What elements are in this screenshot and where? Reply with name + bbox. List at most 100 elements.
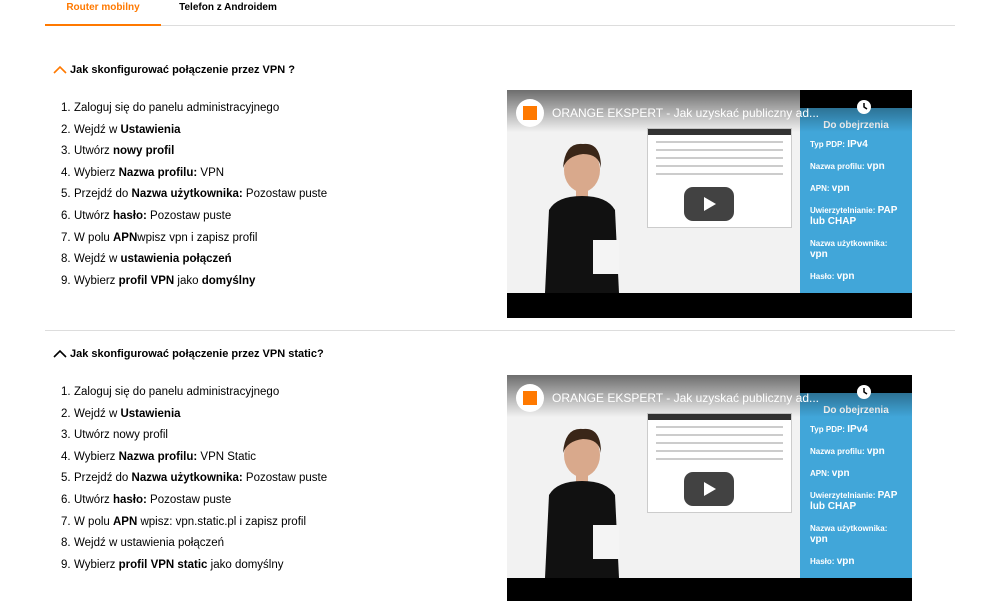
panel-value: vpn (810, 534, 828, 545)
step-number: 3. (61, 145, 71, 158)
step-number: 7. (61, 515, 71, 528)
panel-row: Nazwa użytkownika: vpn (800, 523, 912, 545)
panel-row: Typ PDP: IPv4 (800, 424, 912, 435)
step-number: 5. (61, 472, 71, 485)
step-text: Wejdź w (74, 123, 121, 136)
step-item: 2. Wejdź w Ustawienia (61, 406, 327, 428)
orange-logo-icon (516, 384, 544, 412)
step-text: jako (174, 274, 202, 287)
faq-question-title: Jak skonfigurować połączenie przez VPN ? (70, 64, 295, 76)
step-number: 2. (61, 407, 71, 420)
info-panel: Do obejrzenia Typ PDP: IPv4Nazwa profilu… (800, 393, 912, 578)
panel-row: Nazwa profilu: vpn (800, 446, 912, 457)
step-bold-text: APN (113, 231, 138, 244)
panel-row: Nazwa profilu: vpn (800, 161, 912, 172)
video-player[interactable]: Do obejrzenia Typ PDP: IPv4Nazwa profilu… (507, 90, 912, 318)
video-top-bar: ORANGE EKSPERT - Jak uzyskać publiczny a… (507, 90, 912, 132)
panel-row: Nazwa użytkownika: vpn (800, 238, 912, 260)
video-player[interactable]: Do obejrzenia Typ PDP: IPv4Nazwa profilu… (507, 375, 912, 601)
step-item: 9. Wybierz profil VPN static jako domyśln… (61, 557, 327, 579)
step-text: Pozostaw puste (146, 493, 232, 506)
panel-value: IPv4 (847, 139, 868, 150)
step-item: 9. Wybierz profil VPN jako domyślny (61, 273, 327, 295)
panel-label: Typ PDP: (810, 140, 845, 149)
step-text: Wybierz (74, 558, 119, 571)
step-item: 3. Utwórz nowy profil (61, 143, 327, 165)
step-item: 3. Utwórz nowy profil (61, 427, 327, 449)
step-item: 7. W polu APN wpisz: vpn.static.pl i zapi… (61, 514, 327, 536)
step-number: 3. (61, 429, 71, 442)
step-item: 8. Wejdź w ustawienia połączeń (61, 535, 327, 557)
tab-router-mobilny[interactable]: Router mobilny (45, 0, 161, 26)
panel-label: Uwierzytelnianie: (810, 206, 876, 215)
step-text: Utwórz (74, 493, 113, 506)
panel-label: Nazwa użytkownika: (810, 524, 888, 533)
presenter-image (545, 143, 619, 293)
step-text: Utwórz (74, 209, 113, 222)
step-bold-text: Ustawienia (120, 123, 181, 136)
step-bold-text: Ustawienia (120, 407, 181, 420)
step-text: wpisz vpn i zapisz profil (137, 231, 258, 244)
step-text: Przejdź do (74, 472, 132, 485)
step-item: 8. Wejdź w ustawienia połączeń (61, 251, 327, 273)
step-bold-text: hasło: (112, 209, 147, 222)
faq-question-toggle[interactable]: Jak skonfigurować połączenie przez VPN ? (52, 62, 295, 78)
step-item: 1. Zaloguj się do panelu administracyjneg… (61, 384, 327, 406)
panel-row: Uwierzytelnianie: PAP lub CHAP (800, 205, 912, 227)
panel-label: APN: (810, 469, 830, 478)
panel-label: APN: (810, 184, 830, 193)
watch-later-icon[interactable] (856, 384, 872, 400)
step-text: VPN (197, 166, 225, 179)
step-bold-text: nowy profil (112, 145, 175, 158)
step-item: 6. Utwórz hasło: Pozostaw puste (61, 492, 327, 514)
video-title[interactable]: ORANGE EKSPERT - Jak uzyskać publiczny a… (552, 391, 819, 405)
step-text: Przejdź do (74, 188, 132, 201)
video-title[interactable]: ORANGE EKSPERT - Jak uzyskać publiczny a… (552, 106, 819, 120)
panel-row: Uwierzytelnianie: PAP lub CHAP (800, 490, 912, 512)
step-text: VPN Static (197, 450, 257, 463)
info-panel: Do obejrzenia Typ PDP: IPv4Nazwa profilu… (800, 108, 912, 293)
step-number: 6. (61, 493, 71, 506)
play-button[interactable] (684, 187, 734, 221)
step-text: Pozostaw puste (146, 209, 232, 222)
watch-later-icon[interactable] (856, 99, 872, 115)
step-number: 1. (61, 102, 71, 114)
step-bold-text: Nazwa użytkownika: (131, 472, 243, 485)
step-text: Zaloguj się do panelu administracyjnego (74, 102, 280, 114)
step-item: 7. W polu APNwpisz vpn i zapisz profil (61, 230, 327, 252)
step-text: W polu (74, 231, 113, 244)
steps-list: 1. Zaloguj się do panelu administracyjneg… (61, 100, 327, 294)
step-text: Zaloguj się do panelu administracyjnego (74, 386, 280, 398)
panel-label: Nazwa profilu: (810, 447, 865, 456)
step-item: 2. Wejdź w Ustawienia (61, 122, 327, 144)
step-number: 5. (61, 188, 71, 201)
step-bold-text: hasło: (112, 493, 147, 506)
faq-question-title: Jak skonfigurować połączenie przez VPN s… (70, 348, 324, 360)
tab-bar: Router mobilny Telefon z Androidem (45, 0, 955, 26)
step-item: 1. Zaloguj się do panelu administracyjneg… (61, 100, 327, 122)
panel-value: vpn (866, 446, 885, 457)
panel-value: vpn (831, 468, 850, 479)
step-bold-text: Nazwa profilu: (118, 450, 198, 463)
faq-section-vpn: Jak skonfigurować połączenie przez VPN ?… (45, 50, 955, 331)
panel-value: vpn (810, 249, 828, 260)
chevron-up-icon (53, 65, 67, 74)
step-bold-text: ustawienia połączeń (120, 253, 232, 266)
step-item: 6. Utwórz hasło: Pozostaw puste (61, 208, 327, 230)
step-bold-text: domyślny (201, 274, 256, 287)
step-number: 8. (61, 253, 71, 266)
panel-value: vpn (831, 183, 850, 194)
play-button[interactable] (684, 472, 734, 506)
faq-question-toggle[interactable]: Jak skonfigurować połączenie przez VPN s… (52, 346, 324, 362)
step-text: Wejdź w ustawienia połączeń (74, 537, 225, 550)
tab-telefon-z-androidem[interactable]: Telefon z Androidem (163, 0, 293, 26)
panel-label: Nazwa użytkownika: (810, 239, 888, 248)
step-item: 4. Wybierz Nazwa profilu: VPN Static (61, 449, 327, 471)
panel-row: Hasło: vpn (800, 556, 912, 567)
step-text: Utwórz nowy profil (74, 429, 168, 442)
step-number: 7. (61, 231, 71, 244)
panel-row: Typ PDP: IPv4 (800, 139, 912, 150)
step-number: 2. (61, 123, 71, 136)
step-number: 4. (61, 450, 71, 463)
orange-logo-icon (516, 99, 544, 127)
